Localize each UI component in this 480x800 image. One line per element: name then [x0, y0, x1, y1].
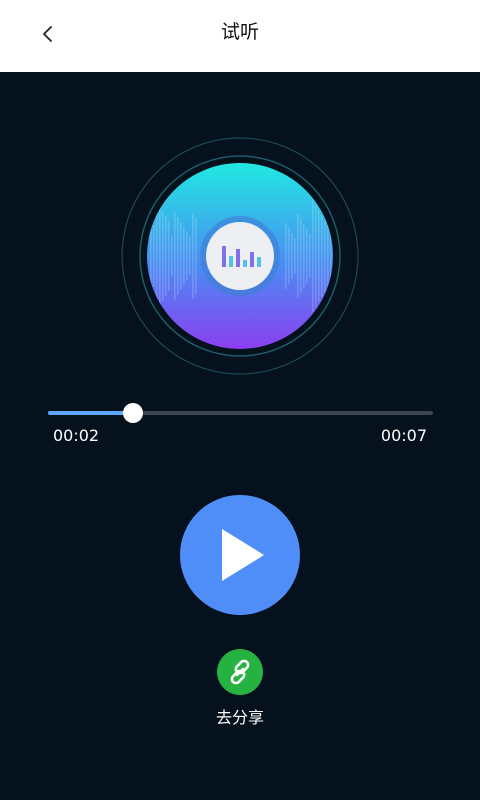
waveform-bar	[186, 232, 188, 280]
waveform-bar	[162, 211, 164, 301]
waveform-bar	[324, 220, 326, 292]
waveform-bar	[285, 223, 287, 289]
waveform-bar	[153, 225, 155, 287]
waveform-bar	[174, 212, 176, 300]
waveform-bar	[297, 214, 299, 298]
waveform-bar	[312, 200, 314, 312]
waveform-bar	[309, 234, 311, 278]
progress-fill	[48, 411, 133, 415]
waveform-bar	[327, 225, 329, 287]
waveform-bar	[168, 221, 170, 291]
waveform-bar	[171, 236, 173, 276]
waveform-bar	[300, 219, 302, 293]
waveform-bar	[321, 215, 323, 297]
header-bar: 试听	[0, 0, 480, 72]
waveform-bar	[183, 227, 185, 285]
link-icon	[230, 659, 250, 685]
waveform-bar	[156, 201, 158, 311]
waveform-bar	[165, 216, 167, 296]
share-label: 去分享	[215, 708, 264, 727]
progress-thumb[interactable]	[123, 403, 143, 423]
waveform-bar	[318, 210, 320, 302]
waveform-bar	[330, 201, 332, 311]
waveform-bar	[294, 238, 296, 274]
waveform-bar	[306, 229, 308, 283]
waveform-bar	[315, 205, 317, 307]
play-button[interactable]	[180, 495, 300, 615]
waveform-bar	[288, 228, 290, 284]
progress-slider[interactable]	[48, 403, 433, 423]
share-button[interactable]	[217, 649, 263, 695]
play-icon	[222, 529, 264, 581]
page-title: 试听	[220, 21, 259, 43]
total-time: 00:07	[380, 426, 427, 445]
waveform-bar	[189, 237, 191, 275]
album-disc	[121, 137, 359, 375]
waveform-bar	[195, 218, 197, 294]
current-time: 00:02	[53, 426, 100, 445]
waveform-bar	[192, 213, 194, 299]
waveform-bar	[303, 224, 305, 288]
waveform-bar	[291, 233, 293, 279]
waveform-bar	[150, 220, 152, 292]
waveform-bar	[177, 217, 179, 295]
player-area: 00:02 00:07 去分享	[0, 72, 480, 800]
waveform-bar	[159, 206, 161, 306]
waveform-bar	[180, 222, 182, 290]
